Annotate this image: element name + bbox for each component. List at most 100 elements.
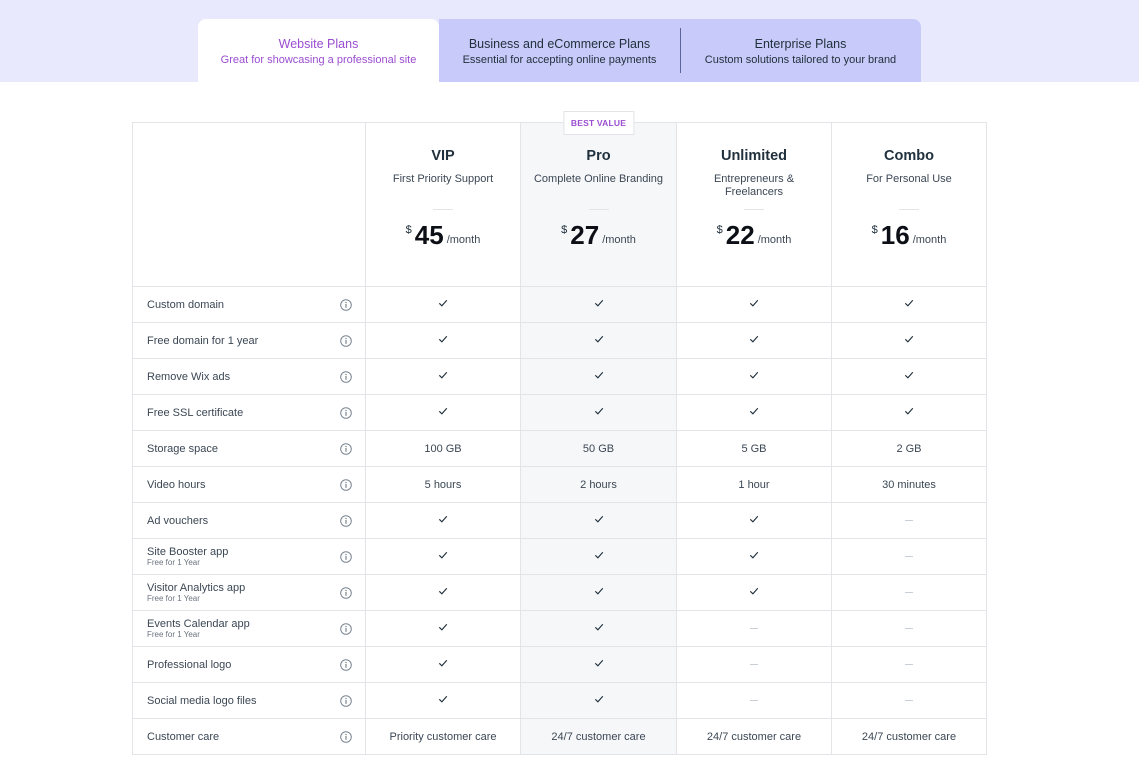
dash-icon bbox=[905, 556, 913, 558]
feature-label: Customer care bbox=[147, 730, 220, 743]
feature-label-cell: Events Calendar app Free for 1 Year bbox=[132, 610, 366, 647]
check-icon bbox=[749, 586, 759, 596]
feature-value-cell: 50 GB bbox=[520, 430, 677, 467]
info-icon[interactable] bbox=[340, 442, 352, 455]
check-icon bbox=[438, 658, 448, 668]
info-icon[interactable] bbox=[340, 694, 352, 707]
tab-website-plans[interactable]: Website Plans Great for showcasing a pro… bbox=[198, 19, 439, 82]
dash-icon bbox=[905, 664, 913, 666]
plan-comparison-table: VIP First Priority Support $ 45 /month B… bbox=[132, 111, 987, 755]
feature-label: Ad vouchers bbox=[147, 514, 209, 527]
plan-card-pro: BEST VALUE Pro Complete Online Branding … bbox=[520, 111, 677, 287]
feature-label: Visitor Analytics app bbox=[147, 581, 246, 594]
feature-label-cell: Visitor Analytics app Free for 1 Year bbox=[132, 574, 366, 611]
check-icon bbox=[904, 298, 914, 308]
plan-header-row: VIP First Priority Support $ 45 /month B… bbox=[132, 111, 987, 287]
check-icon bbox=[438, 514, 448, 524]
feature-label-cell: Professional logo bbox=[132, 646, 366, 683]
tab-title: Website Plans bbox=[278, 37, 359, 51]
best-value-badge: BEST VALUE bbox=[562, 111, 635, 135]
info-icon[interactable] bbox=[340, 514, 352, 527]
table-row: Site Booster app Free for 1 Year bbox=[132, 538, 987, 575]
feature-value-cell: 24/7 customer care bbox=[831, 718, 987, 755]
divider bbox=[588, 209, 609, 210]
currency-symbol: $ bbox=[716, 224, 723, 236]
feature-label: Custom domain bbox=[147, 298, 225, 311]
price-amount: 22 bbox=[725, 220, 755, 250]
check-icon bbox=[594, 406, 604, 416]
divider bbox=[433, 209, 453, 210]
table-row: Free SSL certificate bbox=[132, 394, 987, 431]
feature-label-cell: Video hours bbox=[132, 466, 366, 503]
check-icon bbox=[438, 694, 448, 704]
price-amount: 16 bbox=[880, 220, 910, 250]
feature-value-cell bbox=[365, 646, 521, 683]
check-icon bbox=[594, 550, 604, 560]
info-icon[interactable] bbox=[340, 730, 352, 743]
info-icon[interactable] bbox=[340, 298, 352, 311]
feature-value-cell bbox=[831, 322, 987, 359]
plan-tabs: Website Plans Great for showcasing a pro… bbox=[198, 19, 921, 82]
info-icon[interactable] bbox=[340, 658, 352, 671]
check-icon bbox=[438, 622, 448, 632]
check-icon bbox=[749, 370, 759, 380]
plan-name: Unlimited bbox=[720, 148, 788, 164]
feature-value-cell bbox=[520, 358, 677, 395]
feature-label-cell: Free SSL certificate bbox=[132, 394, 366, 431]
feature-label: Professional logo bbox=[147, 658, 232, 671]
feature-value-cell bbox=[831, 574, 987, 611]
feature-value-cell bbox=[520, 322, 677, 359]
feature-value-cell bbox=[365, 610, 521, 647]
feature-label-cell: Free domain for 1 year bbox=[132, 322, 366, 359]
feature-value-cell: Priority customer care bbox=[365, 718, 521, 755]
info-icon[interactable] bbox=[340, 406, 352, 419]
tab-divider bbox=[680, 28, 681, 73]
dash-icon bbox=[750, 628, 758, 630]
dash-icon bbox=[905, 628, 913, 630]
feature-value-cell bbox=[520, 610, 677, 647]
table-row: Social media logo files bbox=[132, 682, 987, 719]
feature-label-cell: Social media logo files bbox=[132, 682, 366, 719]
check-icon bbox=[438, 586, 448, 596]
info-icon[interactable] bbox=[340, 586, 352, 599]
feature-value-cell bbox=[520, 574, 677, 611]
info-icon[interactable] bbox=[340, 370, 352, 383]
price-amount: 27 bbox=[570, 220, 600, 250]
check-icon bbox=[594, 658, 604, 668]
feature-value-cell bbox=[676, 502, 832, 539]
feature-value: 2 hours bbox=[580, 478, 617, 491]
info-icon[interactable] bbox=[340, 550, 352, 563]
check-icon bbox=[594, 370, 604, 380]
feature-value-cell bbox=[365, 358, 521, 395]
price-amount: 45 bbox=[414, 220, 444, 250]
info-icon[interactable] bbox=[340, 622, 352, 635]
info-icon[interactable] bbox=[340, 478, 352, 491]
tab-business-ecommerce-plans[interactable]: Business and eCommerce Plans Essential f… bbox=[439, 19, 680, 82]
tab-subtitle: Essential for accepting online payments bbox=[462, 54, 657, 66]
feature-value-cell bbox=[520, 394, 677, 431]
feature-value-cell bbox=[676, 286, 832, 323]
feature-note: Free for 1 Year bbox=[147, 593, 200, 603]
table-row: Ad vouchers bbox=[132, 502, 987, 539]
table-row: Events Calendar app Free for 1 Year bbox=[132, 610, 987, 647]
feature-value-cell: 2 hours bbox=[520, 466, 677, 503]
feature-label: Site Booster app bbox=[147, 545, 229, 558]
plan-card-combo: Combo For Personal Use $ 16 /month bbox=[831, 122, 987, 287]
check-icon bbox=[594, 298, 604, 308]
feature-label: Storage space bbox=[147, 442, 218, 455]
table-row: Video hours 5 hours 2 hours 1 hour 30 minute… bbox=[132, 466, 987, 503]
feature-value-cell: 5 hours bbox=[365, 466, 521, 503]
tab-enterprise-plans[interactable]: Enterprise Plans Custom solutions tailor… bbox=[680, 19, 921, 82]
table-row: Remove Wix ads bbox=[132, 358, 987, 395]
check-icon bbox=[749, 334, 759, 344]
check-icon bbox=[904, 370, 914, 380]
check-icon bbox=[749, 514, 759, 524]
dash-icon bbox=[905, 700, 913, 702]
feature-value-cell bbox=[831, 682, 987, 719]
feature-value: 50 GB bbox=[582, 442, 615, 455]
info-icon[interactable] bbox=[340, 334, 352, 347]
feature-value: 24/7 customer care bbox=[551, 730, 646, 743]
check-icon bbox=[749, 298, 759, 308]
plan-name: VIP bbox=[431, 148, 455, 164]
table-row: Free domain for 1 year bbox=[132, 322, 987, 359]
